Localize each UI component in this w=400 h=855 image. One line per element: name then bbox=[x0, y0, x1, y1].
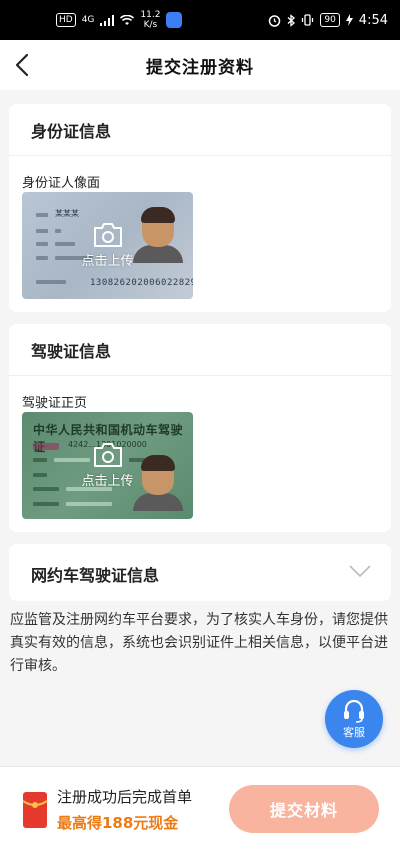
customer-service-label: 客服 bbox=[343, 725, 365, 739]
license-field-line bbox=[54, 458, 90, 462]
customer-service-button[interactable]: 客服 bbox=[325, 690, 383, 748]
id-field-line bbox=[36, 213, 48, 217]
id-card-upload[interactable]: 某某某 130826202006022829 点击上传 bbox=[22, 192, 193, 299]
driver-license-front-label: 驾驶证正页 bbox=[22, 396, 88, 411]
license-field-line bbox=[33, 502, 59, 506]
red-packet-icon bbox=[22, 792, 48, 828]
wifi-icon bbox=[120, 14, 135, 25]
license-field-line bbox=[33, 443, 59, 450]
license-field-line bbox=[66, 502, 112, 506]
page-title: 提交注册资料 bbox=[146, 57, 254, 78]
id-field-line bbox=[36, 242, 48, 246]
clock: 4:54 bbox=[358, 12, 388, 28]
signal-icon bbox=[100, 14, 115, 26]
chevron-down-icon[interactable] bbox=[349, 564, 371, 578]
id-name-value: 某某某 bbox=[55, 209, 79, 218]
camera-icon bbox=[94, 223, 122, 247]
back-icon[interactable] bbox=[8, 51, 36, 79]
speed-unit: K/s bbox=[143, 20, 158, 30]
status-left: HD 4G 11.2 K/s bbox=[56, 10, 183, 30]
id-card-front-label: 身份证人像面 bbox=[22, 176, 101, 191]
network-speed: 11.2 K/s bbox=[140, 10, 160, 30]
verification-notice: 应监管及注册网约车平台要求，为了核实人车身份，请您提供真实有效的信息，系统也会识… bbox=[10, 612, 388, 674]
alarm-icon bbox=[269, 14, 281, 27]
charging-icon bbox=[345, 14, 353, 26]
driver-license-section: 驾驶证信息 驾驶证正页 中华人民共和国机动车驾驶证 4242...1301020… bbox=[9, 324, 391, 532]
id-field-line bbox=[36, 280, 66, 284]
status-right: 90 4:54 bbox=[268, 13, 388, 28]
ride-hailing-license-section[interactable]: 网约车驾驶证信息 bbox=[9, 544, 391, 601]
app-notification-icon bbox=[166, 12, 183, 28]
id-card-section: 身份证信息 身份证人像面 某某某 130826202006022829 点击上传 bbox=[9, 104, 391, 312]
hd-badge: HD bbox=[56, 13, 76, 27]
nav-bar: 提交注册资料 bbox=[0, 40, 400, 90]
id-field-line bbox=[55, 229, 61, 233]
status-bar: HD 4G 11.2 K/s 90 4:54 bbox=[0, 0, 400, 40]
bluetooth-icon bbox=[287, 13, 296, 27]
section-title: 网约车驾驶证信息 bbox=[31, 566, 160, 585]
upload-label: 点击上传 bbox=[81, 254, 134, 269]
submit-button[interactable]: 提交材料 bbox=[229, 785, 379, 833]
upload-label: 点击上传 bbox=[81, 474, 134, 489]
battery-level: 90 bbox=[320, 13, 340, 27]
id-number: 130826202006022829 bbox=[90, 278, 193, 288]
section-title: 驾驶证信息 bbox=[9, 324, 391, 376]
speed-value: 11.2 bbox=[140, 10, 161, 20]
id-field-line bbox=[36, 229, 48, 233]
vibrate-icon bbox=[302, 14, 314, 26]
headset-icon bbox=[344, 699, 364, 723]
id-field-line bbox=[55, 242, 75, 246]
network-badge: 4G bbox=[81, 15, 95, 25]
section-title: 身份证信息 bbox=[9, 104, 391, 156]
promo-reward-text: 最高得188元现金 bbox=[57, 814, 179, 832]
license-field-line bbox=[33, 458, 47, 462]
bottom-bar: 注册成功后完成首单 最高得188元现金 提交材料 bbox=[0, 766, 400, 855]
driver-license-upload[interactable]: 中华人民共和国机动车驾驶证 4242...1301020000 点击上传 bbox=[22, 412, 193, 519]
promo-text: 注册成功后完成首单 bbox=[57, 788, 193, 806]
camera-icon bbox=[94, 443, 122, 467]
